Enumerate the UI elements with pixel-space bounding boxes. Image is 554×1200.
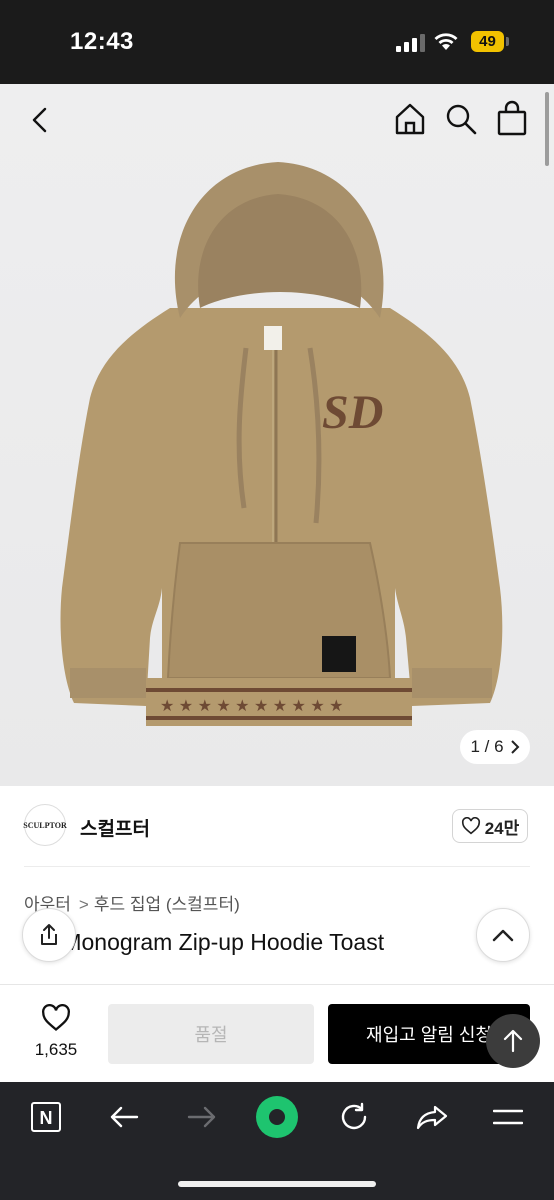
share-button[interactable] [22,908,76,962]
wifi-icon [434,33,458,50]
arrow-left-icon [110,1106,139,1128]
product-title: SD Monogram Zip-up Hoodie Toast [24,929,385,955]
browser-forward-button[interactable] [182,1094,222,1140]
arrow-right-icon [187,1106,216,1128]
battery-tip [506,37,509,46]
page-indicator-label: 1 / 6 [470,737,504,756]
brand-like-count: 24만 [484,818,520,838]
image-page-indicator[interactable]: 1 / 6 [460,730,530,764]
arrow-up-icon [503,1029,523,1053]
collapse-button[interactable] [476,908,530,962]
green-dot-button[interactable] [254,1094,300,1140]
scrollbar-thumb[interactable] [545,92,549,166]
hamburger-menu-icon [493,1109,523,1125]
search-icon[interactable] [444,102,478,136]
breadcrumb-separator: > [78,895,89,914]
soldout-label: 품절 [194,1025,228,1045]
home-icon[interactable] [394,102,426,136]
restock-alert-label: 재입고 알림 신청 [366,1025,492,1045]
svg-text:★ ★ ★ ★ ★ ★ ★ ★ ★ ★: ★ ★ ★ ★ ★ ★ ★ ★ ★ ★ [160,698,343,715]
naver-app-button[interactable]: N [28,1094,64,1140]
browser-share-button[interactable] [412,1094,452,1140]
heart-icon [42,1004,70,1031]
reload-button[interactable] [334,1094,374,1140]
soldout-button: 품절 [108,1004,314,1064]
naver-n-icon: N [31,1102,61,1132]
cellular-signal-icon [396,34,426,52]
home-indicator [178,1181,376,1187]
chevron-right-icon [510,740,519,754]
breadcrumb-item-hood-zipup[interactable]: 후드 집업 (스컬프터) [94,895,240,914]
brand-logo-text: SCULPTOR [23,820,67,830]
shopping-bag-icon[interactable] [496,100,528,136]
scroll-to-top-button[interactable] [486,1014,540,1068]
status-bar: 12:43 49 [0,0,554,84]
chevron-left-icon[interactable] [24,104,56,136]
brand-logo[interactable]: SCULPTOR [23,804,67,846]
reload-icon [341,1102,367,1130]
brand-like-button[interactable]: 24만 [452,809,528,843]
browser-back-button[interactable] [104,1094,144,1140]
chevron-up-icon [492,929,514,942]
battery-level: 49 [471,31,504,52]
menu-button[interactable] [490,1094,526,1140]
svg-text:SD: SD [322,386,383,439]
brand-name[interactable]: 스컬프터 [80,814,150,841]
naver-letter: N [40,1108,53,1128]
share-icon [41,924,57,945]
divider [24,866,530,867]
status-time: 12:43 [70,28,134,55]
heart-icon [461,817,480,835]
green-dot-icon [256,1096,298,1138]
wish-count: 1,635 [34,1040,78,1059]
forward-share-icon [416,1105,448,1130]
product-image-hoodie: SD ★ ★ ★ ★ ★ ★ ★ ★ ★ ★ [60,162,503,726]
